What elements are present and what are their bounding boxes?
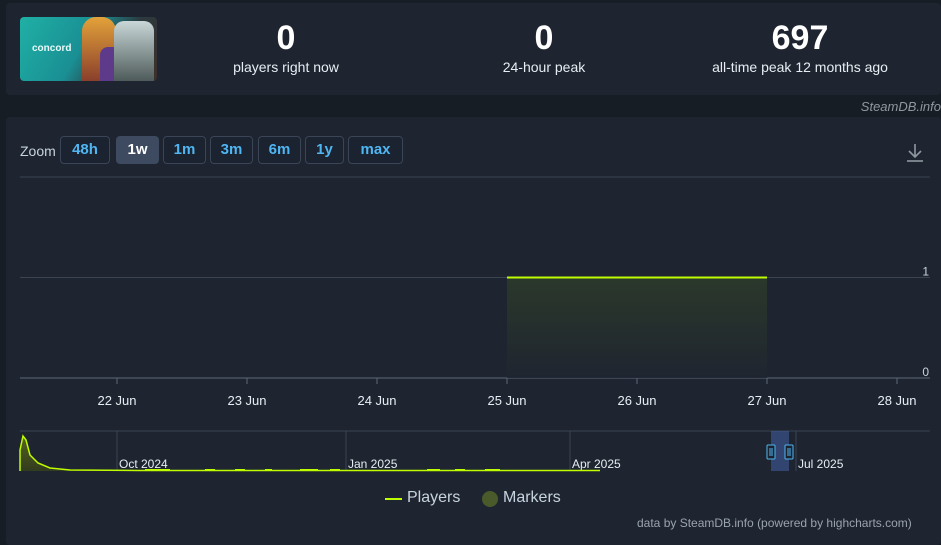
x-tick-label: 27 Jun — [747, 393, 786, 408]
navigator-label: Jul 2025 — [798, 457, 844, 471]
legend-markers-swatch — [482, 491, 498, 507]
x-tick-label: 23 Jun — [227, 393, 266, 408]
x-tick-label: 22 Jun — [97, 393, 136, 408]
legend-players[interactable]: Players — [407, 489, 460, 507]
series-area — [507, 277, 767, 378]
navigator-line — [19, 434, 600, 472]
navigator-label: Jan 2025 — [348, 457, 398, 471]
player-count-chart[interactable]: 22 Jun 23 Jun 24 Jun 25 Jun 26 Jun 27 Jun 28 J… — [0, 0, 941, 545]
navigator-label: Apr 2025 — [572, 457, 621, 471]
x-tick-label: 25 Jun — [487, 393, 526, 408]
navigator-label: Oct 2024 — [119, 457, 168, 471]
y-tick-label: 1 — [922, 265, 929, 279]
x-tick-label: 24 Jun — [357, 393, 396, 408]
navigator-handle — [766, 444, 776, 460]
y-tick-label: 0 — [922, 365, 929, 379]
credits-text[interactable]: data by SteamDB.info (powered by highcha… — [637, 516, 912, 530]
x-tick-label: 26 Jun — [617, 393, 656, 408]
legend-players-swatch — [385, 498, 402, 500]
navigator-area — [20, 436, 600, 471]
navigator-handle — [784, 444, 794, 460]
legend-markers[interactable]: Markers — [503, 489, 561, 507]
x-tick-label: 28 Jun — [877, 393, 916, 408]
